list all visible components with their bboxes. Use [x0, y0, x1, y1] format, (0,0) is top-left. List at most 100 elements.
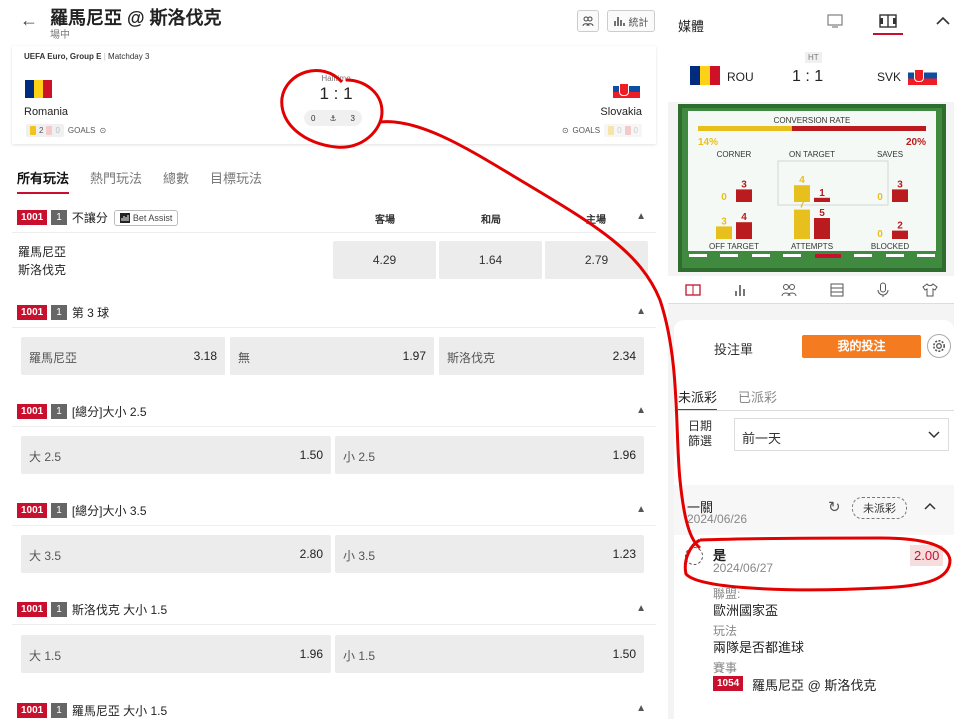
col-draw: 和局 [481, 215, 501, 226]
halftime-badge: HT [805, 52, 822, 63]
odds-button[interactable]: 大 3.5 2.80 [21, 535, 331, 573]
gear-icon [933, 340, 945, 352]
market-name: 羅馬尼亞 大小 1.5 [71, 703, 168, 718]
page-subtitle: 場中 [50, 30, 70, 41]
market-id-badge: 1001 [17, 702, 48, 718]
odds-button[interactable]: 斯洛伐克 2.34 [439, 337, 644, 375]
market-num-badge: 1 [51, 210, 67, 225]
market-slovakia-total: 1001 1 斯洛伐克 大小 1.5 ▲ 大 1.5 1.96 小 1.5 1.50 [12, 595, 656, 685]
odds-button[interactable]: 2.79 [545, 241, 648, 279]
market-num-badge: 1 [51, 602, 67, 617]
tab-goals[interactable]: 目標玩法 [210, 168, 262, 194]
away-code: SVK [877, 70, 902, 84]
odds-label: 小 1.5 [343, 649, 376, 663]
yellow-card-icon [608, 126, 615, 135]
odds-value: 1.50 [612, 647, 636, 661]
competition-info: UEFA Euro, Group E | Matchday 3 [24, 52, 150, 61]
odds-button[interactable]: 4.29 [333, 241, 436, 279]
market-header[interactable]: 1001 1 斯洛伐克 大小 1.5 ▲ [12, 595, 656, 625]
odds-button[interactable]: 小 3.5 1.23 [335, 535, 644, 573]
odds-button[interactable]: 羅馬尼亞 3.18 [21, 337, 225, 375]
chevron-up-icon[interactable] [924, 502, 936, 510]
tab-unsettled[interactable]: 未派彩 [678, 387, 718, 411]
tab-betslip[interactable]: 投注單 [714, 339, 753, 358]
odds-value: 1.97 [402, 349, 426, 363]
page-title: 羅馬尼亞 @ 斯洛伐克 [50, 8, 222, 28]
stat-tabs [668, 276, 954, 304]
stat-home-bar [794, 209, 810, 239]
market-moneyline: 1001 1 不讓分 Bet Assist 客場 和局 主場 ▲ 羅馬尼亞 斯洛… [12, 203, 656, 289]
team-names: 羅馬尼亞 斯洛伐克 [18, 243, 66, 279]
lineup-icon[interactable] [781, 283, 797, 297]
market-header[interactable]: 1001 1 羅馬尼亞 大小 1.5 ▲ [12, 695, 656, 719]
settings-button[interactable] [927, 334, 951, 358]
collapse-icon[interactable]: ▲ [636, 306, 646, 317]
tv-button[interactable] [820, 10, 850, 32]
bar-chart-icon [119, 212, 130, 223]
competition-name: UEFA Euro, Group E [24, 52, 102, 61]
status-badge: 未派彩 [852, 497, 907, 519]
refresh-icon[interactable]: ↻ [828, 498, 841, 516]
chevron-up-icon [936, 16, 950, 25]
tab-all[interactable]: 所有玩法 [17, 168, 70, 194]
odds-button[interactable]: 小 2.5 1.96 [335, 436, 644, 474]
odds-button[interactable]: 無 1.97 [230, 337, 434, 375]
tab-settled[interactable]: 已派彩 [738, 387, 777, 406]
selection-price: 2.00 [910, 545, 944, 566]
market-name: 不讓分 [71, 211, 108, 225]
market-header[interactable]: 1001 1 第 3 球 ▲ [12, 298, 656, 328]
bet-assist-button[interactable]: Bet Assist [113, 209, 179, 226]
collapse-icon[interactable]: ▲ [636, 504, 646, 515]
chevron-down-icon [928, 431, 940, 439]
team2-name: 斯洛伐克 [18, 263, 67, 277]
market-header[interactable]: 1001 1 [總分]大小 2.5 ▲ [12, 397, 656, 427]
odds-button[interactable]: 大 1.5 1.96 [21, 635, 331, 673]
selection-date: 2024/06/27 [713, 561, 774, 575]
date-filter-select[interactable]: 前一天 [734, 418, 949, 451]
conversion-home-value: 14% [698, 137, 718, 148]
conversion-label: CONVERSION RATE [774, 116, 851, 125]
media-title: 媒體 [678, 19, 705, 34]
bar-chart-icon[interactable] [734, 283, 748, 297]
stat-away-value: 5 [819, 208, 825, 219]
stat-label: CORNER [717, 150, 752, 159]
market-name: 第 3 球 [71, 306, 110, 320]
odds-button[interactable]: 小 1.5 1.50 [335, 635, 644, 673]
date-filter-value: 前一天 [742, 431, 782, 446]
pitch-tab-icon[interactable] [684, 283, 701, 296]
away-goal-stats: ⊙ GOALS 0 0 [562, 124, 642, 137]
matchday: Matchday 3 [108, 52, 150, 61]
market-header[interactable]: 1001 1 不讓分 Bet Assist 客場 和局 主場 ▲ [12, 203, 656, 233]
list-icon[interactable] [830, 283, 844, 297]
market-num-badge: 1 [51, 404, 67, 419]
jersey-icon[interactable] [921, 282, 938, 297]
collapse-icon[interactable]: ▲ [636, 603, 646, 614]
media-score: 1 : 1 [792, 68, 824, 85]
odds-button[interactable]: 大 2.5 1.50 [21, 436, 331, 474]
stat-home-value: 7 [799, 200, 805, 211]
odds-button[interactable]: 1.64 [439, 241, 542, 279]
collapse-icon[interactable]: ▲ [636, 703, 646, 714]
lineup-button[interactable] [577, 10, 599, 32]
yellow-card-icon [30, 126, 36, 135]
stats-button[interactable]: 統計 [607, 10, 655, 32]
tab-totals[interactable]: 總數 [163, 168, 189, 194]
stat-label: OFF TARGET [709, 242, 759, 251]
info-icon: ⊙ [561, 126, 569, 135]
collapse-icon[interactable]: ▲ [636, 211, 646, 222]
lineup-icon [582, 16, 594, 27]
odds-value: 2.80 [299, 547, 323, 561]
market-header[interactable]: 1001 1 [總分]大小 3.5 ▲ [12, 496, 656, 526]
market-romania-total: 1001 1 羅馬尼亞 大小 1.5 ▲ [12, 695, 656, 719]
tab-my-bets[interactable]: 我的投注 [802, 335, 921, 358]
collapse-media-button[interactable] [928, 10, 954, 32]
microphone-icon[interactable] [877, 282, 889, 298]
pitch-view-button[interactable] [873, 8, 903, 35]
stat-label: ATTEMPTS [791, 242, 833, 251]
odds-value: 1.50 [299, 448, 323, 462]
back-button[interactable]: ← [20, 10, 38, 31]
top-bar: ← 羅馬尼亞 @ 斯洛伐克 場中 統計 [0, 0, 668, 44]
collapse-icon[interactable]: ▲ [636, 405, 646, 416]
tab-popular[interactable]: 熱門玩法 [90, 168, 142, 194]
odds-label: 大 1.5 [29, 649, 62, 663]
